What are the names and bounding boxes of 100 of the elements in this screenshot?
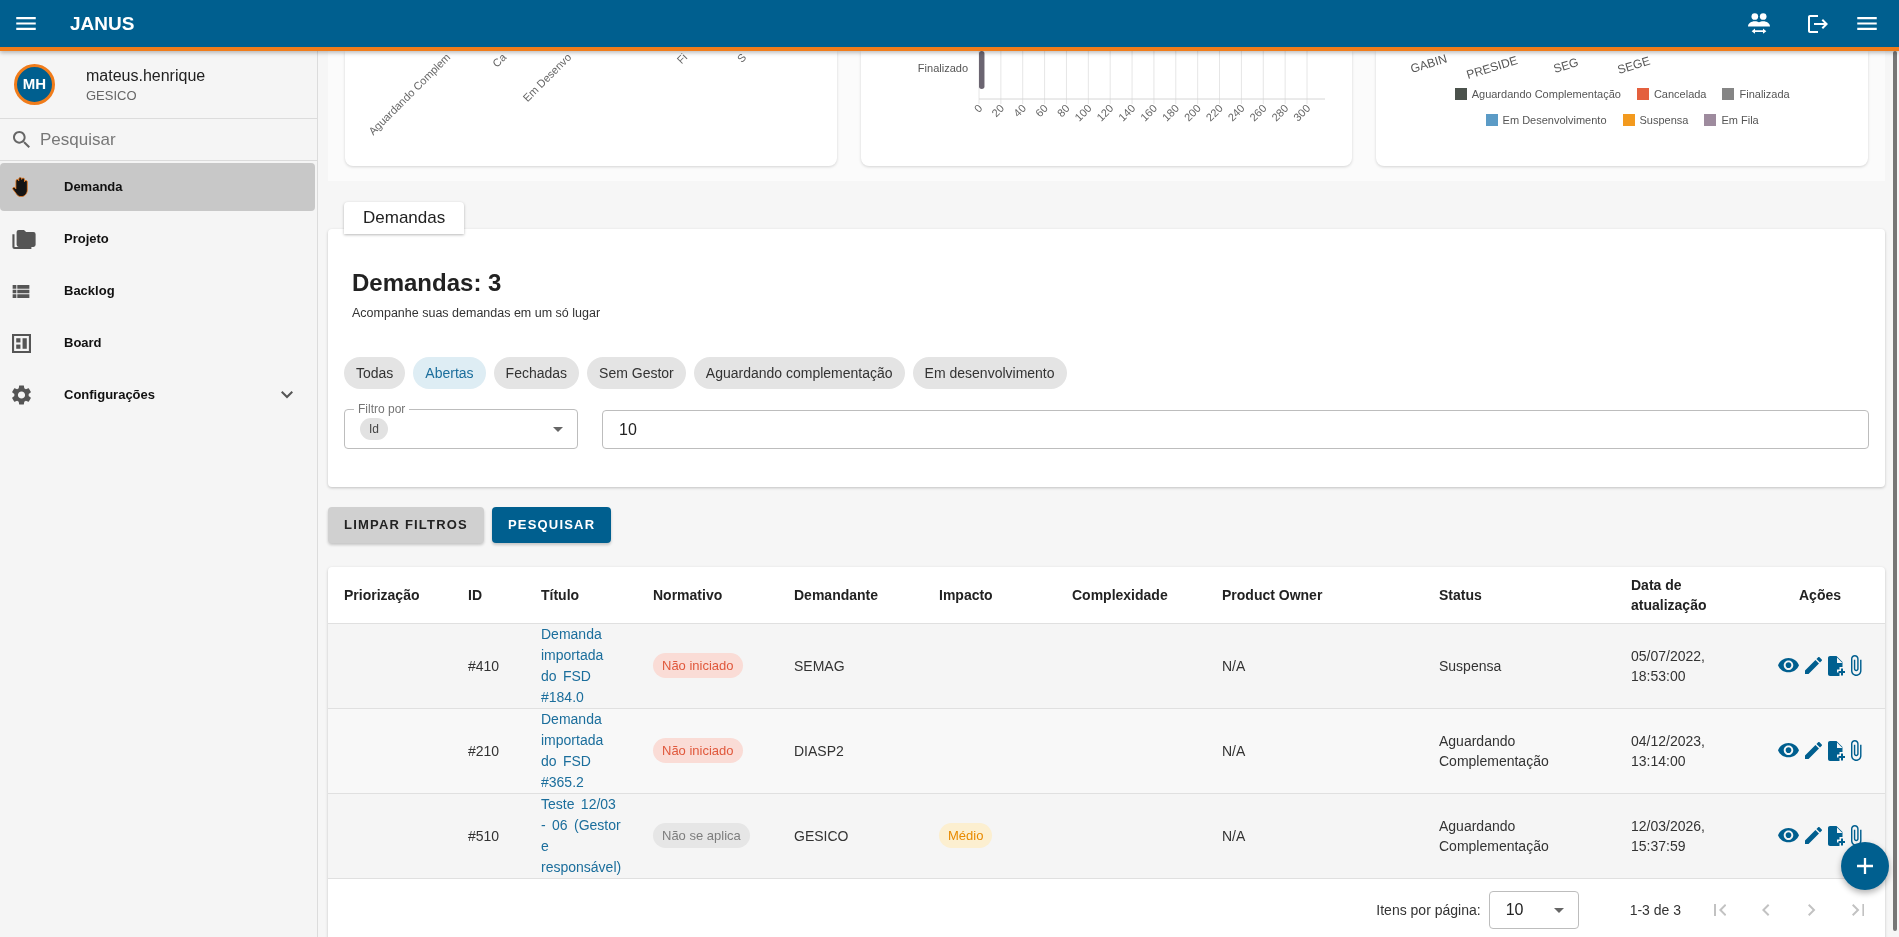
nav-item[interactable]: Projeto [0, 215, 315, 263]
axis-label: Ca [490, 51, 509, 70]
column-header: Demandante [778, 567, 923, 623]
view-icon[interactable] [1778, 828, 1800, 843]
search-field[interactable]: Pesquisar [40, 126, 290, 153]
folders-icon [12, 229, 36, 249]
nav-item[interactable]: Backlog [0, 267, 315, 315]
page-size-select[interactable]: 10 [1488, 891, 1579, 929]
chevron-down-icon[interactable] [281, 391, 293, 399]
menu-icon[interactable] [16, 17, 36, 30]
user-name: mateus.henrique [86, 65, 206, 85]
filter-select[interactable]: Filtro por Id [344, 402, 578, 449]
demand-title-link[interactable]: Teste 12/03 - 06 (Gestor e responsável) [541, 793, 623, 878]
last-page-icon [1851, 904, 1865, 916]
edit-icon[interactable] [1805, 742, 1823, 759]
filter-chip[interactable]: Todas [344, 357, 406, 389]
section-tab[interactable]: Demandas [344, 202, 465, 234]
legend-label: Cancelada [1653, 86, 1707, 102]
column-header: Título [525, 567, 637, 623]
filter-value-field[interactable]: 10 [602, 410, 1869, 449]
logout-icon[interactable] [1808, 14, 1828, 33]
tick-label: 0 [971, 101, 985, 115]
table-cell: 04/12/2023, 13:14:00 [1615, 708, 1755, 793]
filter-chip[interactable]: Aguardando complementação [693, 357, 905, 389]
page-range: 1-3 de 3 [1629, 900, 1681, 920]
table-cell: DIASP2 [778, 708, 923, 793]
file-plus-icon[interactable] [1828, 825, 1846, 846]
nav-item[interactable]: Configurações [0, 371, 315, 419]
app-title: JANUS [70, 11, 135, 36]
filter-chip[interactable]: Sem Gestor [587, 357, 686, 389]
legend-label: Em Fila [1721, 112, 1759, 128]
paperclip-icon[interactable] [1851, 655, 1862, 676]
tick-label: 180 [1159, 101, 1181, 124]
table-cell: 05/07/2022, 18:53:00 [1615, 623, 1755, 708]
view-icon[interactable] [1778, 658, 1800, 673]
tick-label: 120 [1093, 101, 1116, 124]
clear-filters-button[interactable]: LIMPAR FILTROS [328, 507, 484, 543]
normative-tag: Não iniciado [653, 653, 743, 678]
list-icon [12, 284, 30, 298]
axis-label: SEG [1552, 55, 1581, 76]
search-icon [13, 131, 30, 148]
tick-label: 100 [1071, 101, 1094, 124]
demand-title-link[interactable]: Demanda importada do FSD #365.2 [541, 708, 623, 793]
category-label: Finalizado [917, 62, 968, 74]
user-unit: GESICO [86, 87, 138, 104]
column-header: Product Owner [1206, 567, 1423, 623]
table-cell: N/A [1206, 708, 1423, 793]
paperclip-icon[interactable] [1851, 825, 1862, 846]
legend-label: Finalizada [1739, 86, 1790, 102]
table-cell: Suspensa [1423, 623, 1615, 708]
edit-icon[interactable] [1805, 657, 1823, 674]
scrollbar-thumb[interactable] [1893, 51, 1897, 931]
settings-icon [12, 385, 31, 405]
table-cell: 12/03/2026, 15:37:59 [1615, 793, 1755, 878]
file-plus-icon[interactable] [1828, 655, 1846, 676]
demand-title-link[interactable]: Demanda importada do FSD #184.0 [541, 623, 623, 708]
file-plus-icon[interactable] [1828, 740, 1846, 761]
table-cell: N/A [1206, 793, 1423, 878]
bar [978, 51, 985, 89]
column-header: ID [452, 567, 525, 623]
legend-label: Suspensa [1639, 112, 1689, 128]
first-page-icon [1713, 904, 1727, 916]
normative-tag: Não se aplica [653, 823, 750, 848]
table-cell: #410 [452, 623, 525, 708]
filter-chip[interactable]: Em desenvolvimento [912, 357, 1067, 389]
menu-icon[interactable] [1857, 17, 1877, 30]
column-header: Data de atualização [1615, 567, 1755, 623]
table-cell: GESICO [778, 793, 923, 878]
column-header: Status [1423, 567, 1615, 623]
page-size-label: Itens por página: [1376, 900, 1481, 920]
search-button[interactable]: PESQUISAR [491, 507, 612, 543]
normative-tag: Não iniciado [653, 738, 743, 763]
view-icon[interactable] [1778, 743, 1800, 758]
nav-item[interactable]: Demanda [0, 163, 315, 211]
table-cell: N/A [1206, 623, 1423, 708]
filter-chip[interactable]: Fechadas [493, 357, 580, 389]
dropdown-caret-icon [1553, 907, 1564, 913]
filter-chip[interactable]: Abertas [413, 357, 486, 389]
nav-item[interactable]: Board [0, 319, 315, 367]
board-icon [12, 333, 31, 353]
tick-label: 220 [1203, 101, 1225, 124]
field-label: Filtro por [357, 402, 407, 416]
column-header: Ações [1755, 567, 1885, 623]
paperclip-icon[interactable] [1851, 740, 1862, 761]
column-header: Priorização [328, 567, 452, 623]
table-cell: #210 [452, 708, 525, 793]
table-cell: #510 [452, 793, 525, 878]
page-heading: Demandas: 3 [352, 269, 503, 297]
axis-label: Fi [674, 51, 690, 66]
tick-label: 140 [1115, 101, 1138, 124]
edit-icon[interactable] [1805, 827, 1823, 844]
table-cell: Aguardando Complementação [1423, 793, 1615, 878]
selected-option-chip: Id [360, 418, 388, 440]
tick-label: 20 [988, 101, 1006, 120]
tick-label: 280 [1268, 101, 1291, 124]
column-header: Impacto [923, 567, 1056, 623]
people-swap-icon[interactable] [1748, 13, 1770, 34]
tick-label: 240 [1225, 101, 1247, 124]
tick-label: 160 [1137, 101, 1159, 124]
legend-label: Em Desenvolvimento [1502, 112, 1607, 128]
